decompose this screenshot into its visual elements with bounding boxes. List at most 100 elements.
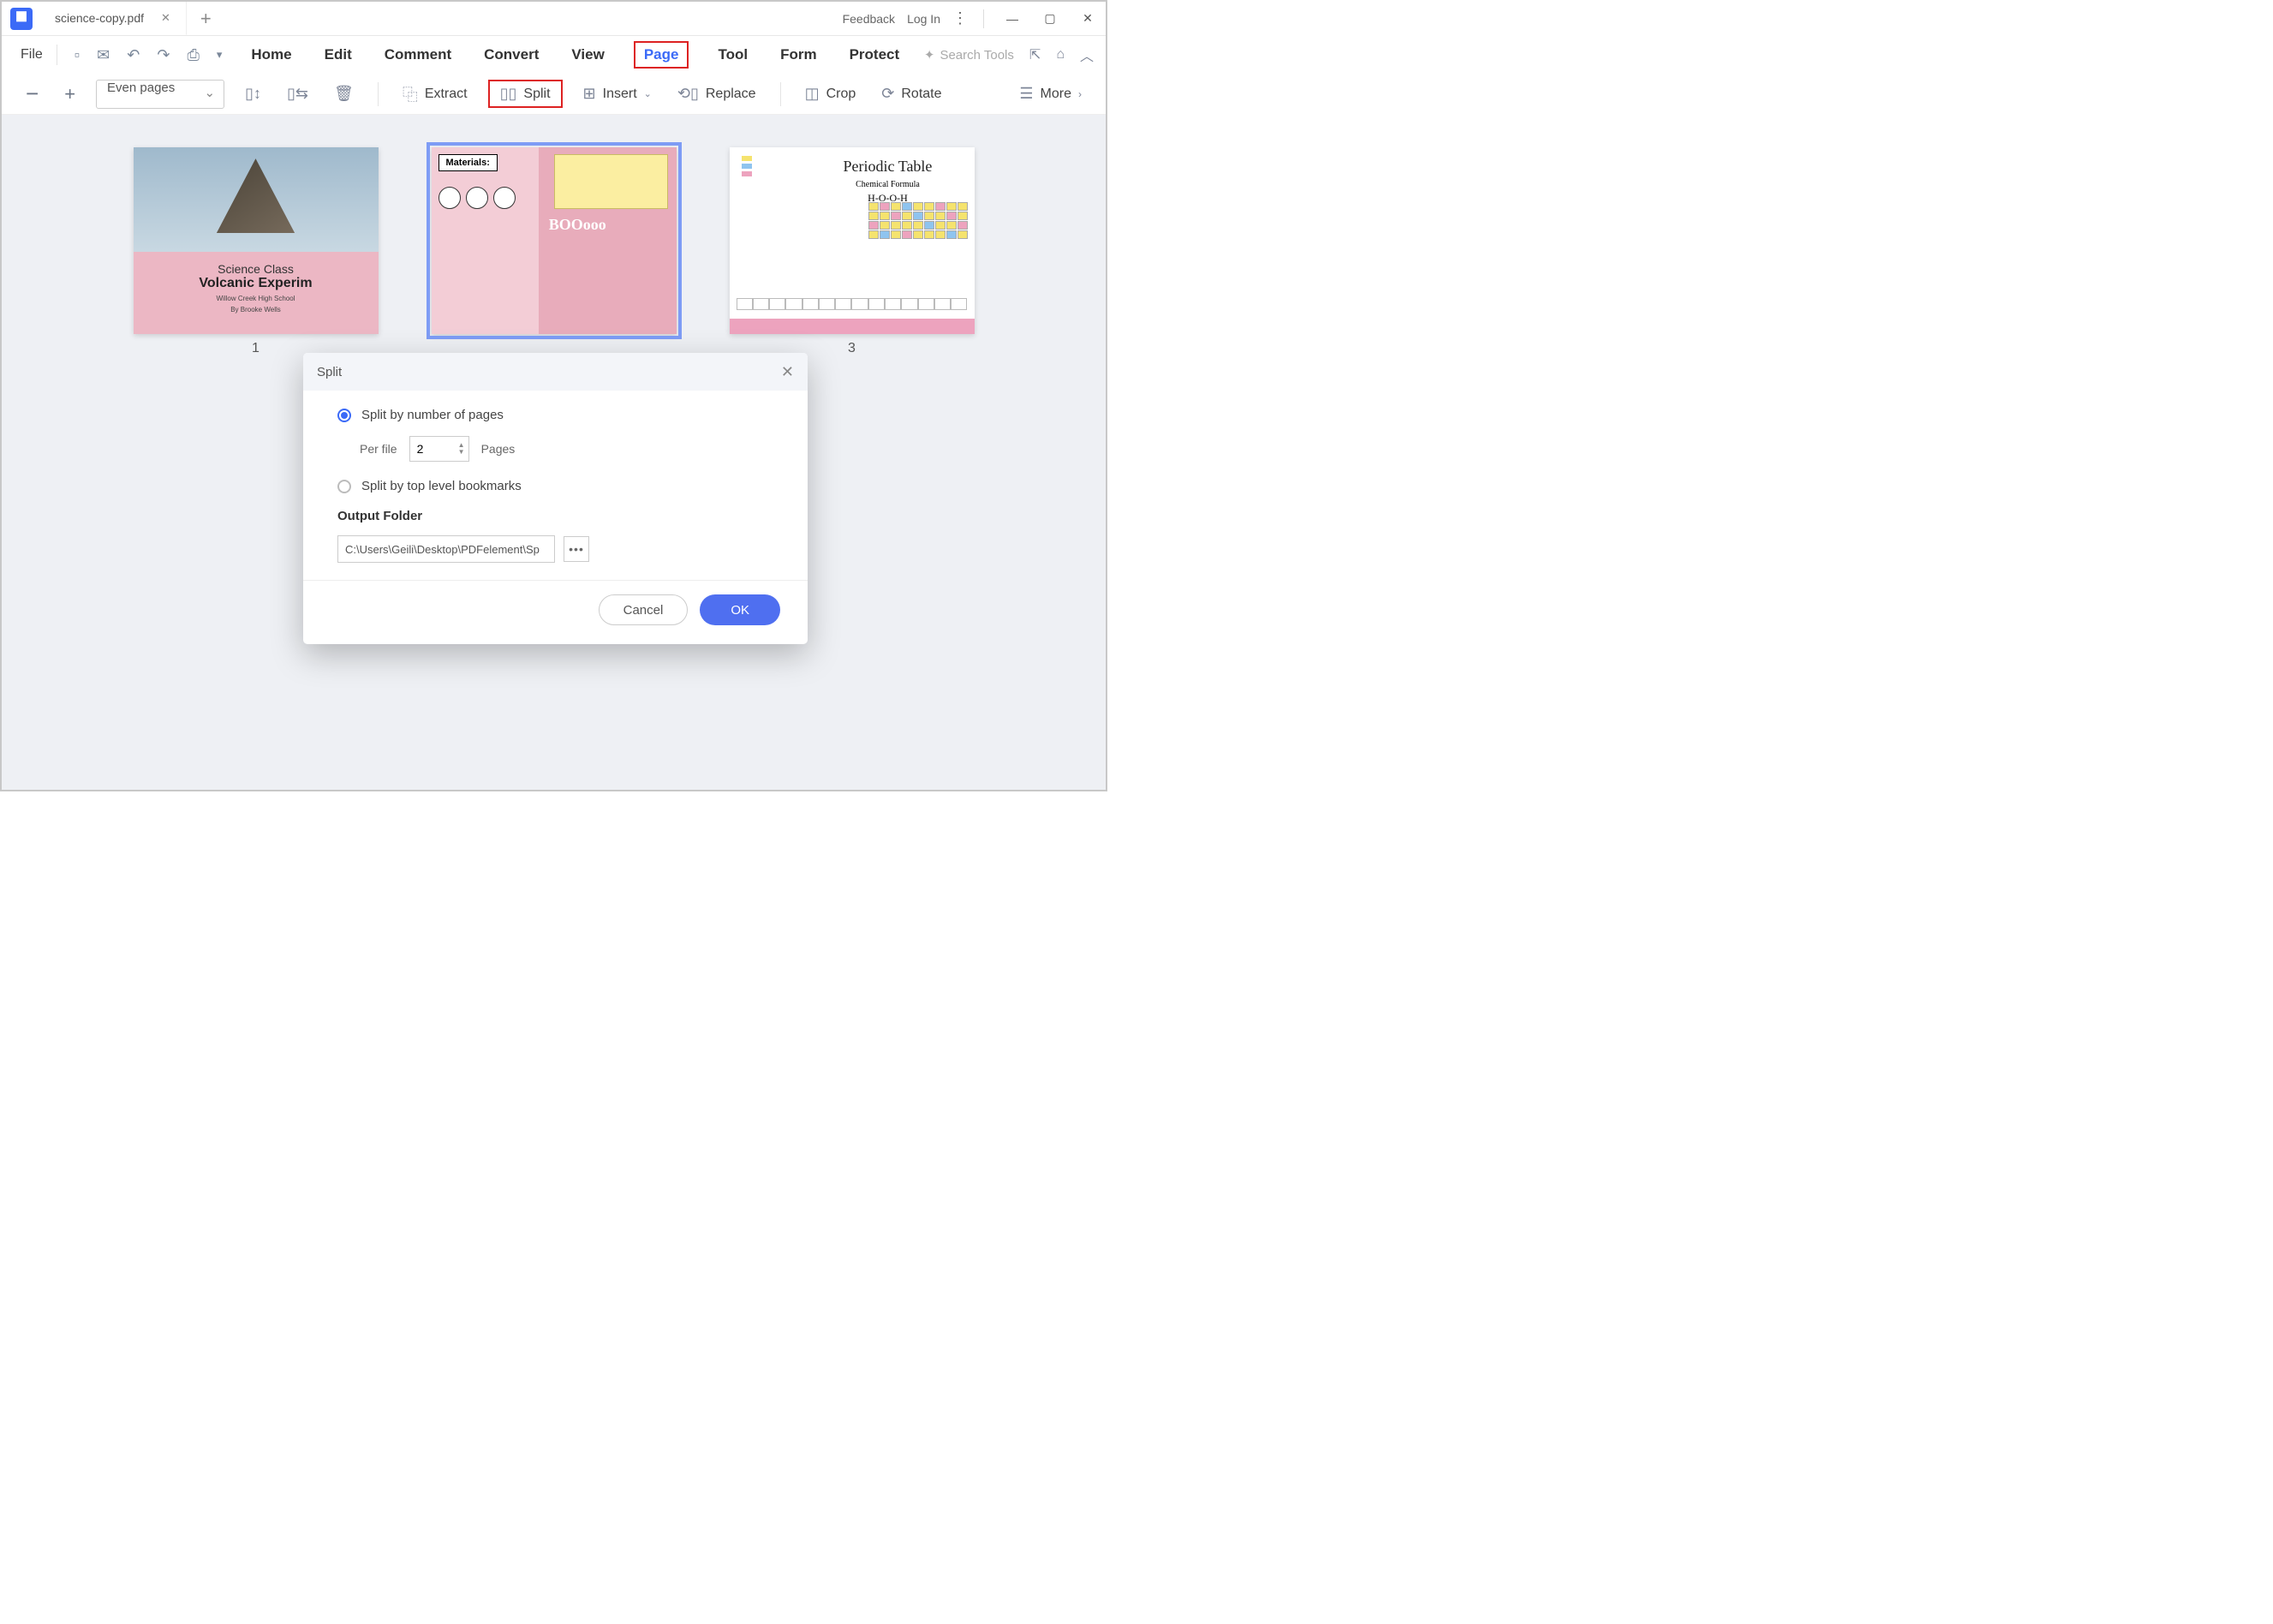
- login-link[interactable]: Log In: [907, 12, 940, 26]
- split-by-bookmarks-radio[interactable]: Split by top level bookmarks: [337, 479, 780, 493]
- window-minimize-icon[interactable]: —: [999, 6, 1025, 32]
- tab-edit[interactable]: Edit: [321, 41, 355, 69]
- search-placeholder: Search Tools: [940, 48, 1013, 63]
- extract-icon: ⿻: [403, 83, 418, 105]
- page-filter-select[interactable]: Even pages: [96, 80, 224, 109]
- document-tab[interactable]: science-copy.pdf ✕: [39, 2, 187, 35]
- output-folder-input[interactable]: [337, 535, 555, 563]
- dialog-close-icon[interactable]: ✕: [781, 363, 794, 381]
- zoom-in-button[interactable]: +: [59, 80, 81, 109]
- search-tools-input[interactable]: ✦ Search Tools: [924, 47, 1014, 63]
- periodic-title: Periodic Table: [824, 158, 952, 176]
- minus-icon: −: [26, 81, 39, 107]
- undo-icon[interactable]: ↶: [120, 46, 146, 64]
- plus-icon: +: [64, 83, 75, 105]
- mail-icon[interactable]: ✉: [90, 46, 116, 64]
- page-thumbnail-2[interactable]: Materials: BOOooo: [432, 147, 677, 334]
- zoom-out-button[interactable]: −: [21, 77, 44, 110]
- app-icon: ⯀: [10, 8, 33, 30]
- output-folder-label: Output Folder: [337, 509, 780, 523]
- page-number-1: 1: [252, 341, 260, 356]
- radio-off-icon: [337, 480, 351, 493]
- split-dialog: Split ✕ Split by number of pages Per fil…: [303, 353, 808, 644]
- split-by-pages-label: Split by number of pages: [361, 408, 504, 422]
- page-thumbnail-3[interactable]: Periodic Table Chemical Formula H-O-O-H: [730, 147, 975, 334]
- thumb1-line4: By Brooke Wells: [146, 306, 367, 313]
- pages-unit-label: Pages: [481, 442, 516, 456]
- main-tabs: Home Edit Comment Convert View Page Tool…: [248, 41, 903, 69]
- tab-form[interactable]: Form: [777, 41, 820, 69]
- page-tool-1-icon[interactable]: ▯↕: [240, 81, 266, 106]
- more-icon: ☰: [1019, 85, 1033, 103]
- periodic-grid: [868, 202, 968, 239]
- bulb-icon: ✦: [924, 47, 935, 63]
- more-button[interactable]: ☰More›: [1014, 81, 1087, 106]
- material-icon: [493, 187, 516, 209]
- tab-home[interactable]: Home: [248, 41, 295, 69]
- tab-protect[interactable]: Protect: [846, 41, 904, 69]
- page-filter-value: Even pages: [107, 81, 175, 95]
- split-by-pages-radio[interactable]: Split by number of pages: [337, 408, 780, 422]
- feedback-link[interactable]: Feedback: [843, 12, 895, 26]
- chevron-down-icon: ⌄: [644, 88, 652, 99]
- sticky-note-icon: [554, 154, 668, 209]
- legend-icon: [742, 156, 752, 176]
- tab-page[interactable]: Page: [634, 41, 689, 69]
- material-icon: [438, 187, 461, 209]
- chevron-right-icon: ›: [1078, 88, 1082, 100]
- extract-button[interactable]: ⿻Extract: [397, 80, 473, 109]
- tab-convert[interactable]: Convert: [480, 41, 542, 69]
- rotate-icon: ⟳: [881, 85, 894, 103]
- menu-bar: File ▫ ✉ ↶ ↷ ⎙ ▾ Home Edit Comment Conve…: [2, 36, 1106, 74]
- open-external-icon[interactable]: ⇱: [1029, 46, 1041, 63]
- cloud-icon[interactable]: ⌂: [1056, 47, 1065, 63]
- ok-button[interactable]: OK: [700, 594, 780, 625]
- cancel-button[interactable]: Cancel: [599, 594, 689, 625]
- periodic-sub: Chemical Formula: [824, 180, 952, 189]
- per-file-spinner[interactable]: ▲▼: [409, 436, 469, 462]
- more-menu-icon[interactable]: ⋮: [952, 9, 968, 27]
- replace-icon: ⟲▯: [677, 85, 699, 103]
- thumb1-line1: Science Class: [146, 262, 367, 276]
- window-maximize-icon[interactable]: ▢: [1037, 6, 1063, 32]
- radio-on-icon: [337, 409, 351, 422]
- per-file-label: Per file: [360, 442, 397, 456]
- spin-down-icon[interactable]: ▼: [458, 449, 465, 456]
- replace-button[interactable]: ⟲▯Replace: [672, 81, 761, 106]
- split-button[interactable]: ▯▯Split: [488, 80, 563, 108]
- rotate-button[interactable]: ⟳Rotate: [876, 81, 946, 106]
- save-icon[interactable]: ▫: [68, 46, 87, 64]
- tab-tool[interactable]: Tool: [714, 41, 751, 69]
- tab-close-icon[interactable]: ✕: [161, 11, 170, 25]
- crop-icon: ◫: [805, 85, 820, 103]
- thumb1-line3: Willow Creek High School: [146, 295, 367, 302]
- crop-button[interactable]: ◫Crop: [800, 81, 862, 106]
- tab-comment[interactable]: Comment: [381, 41, 455, 69]
- page-thumbnail-1[interactable]: Science Class Volcanic Experim Willow Cr…: [134, 147, 379, 334]
- file-menu[interactable]: File: [14, 44, 50, 66]
- page-toolbar: − + Even pages ▯↕ ▯⇆ 🗑 ⿻Extract ▯▯Split …: [2, 74, 1106, 115]
- material-icon: [466, 187, 488, 209]
- boom-text: BOOooo: [549, 216, 606, 234]
- thumb1-line2: Volcanic Experim: [146, 276, 367, 291]
- browse-folder-button[interactable]: •••: [564, 536, 589, 562]
- delete-page-icon[interactable]: 🗑: [329, 81, 359, 106]
- window-close-icon[interactable]: ✕: [1075, 6, 1101, 32]
- quick-access-dropdown-icon[interactable]: ▾: [210, 48, 230, 62]
- insert-button[interactable]: ⊞Insert⌄: [578, 81, 657, 106]
- split-icon: ▯▯: [500, 85, 517, 103]
- tab-view[interactable]: View: [568, 41, 607, 69]
- new-tab-button[interactable]: +: [187, 8, 225, 30]
- materials-label: Materials:: [438, 154, 498, 171]
- page-tool-2-icon[interactable]: ▯⇆: [282, 81, 313, 106]
- split-by-bookmarks-label: Split by top level bookmarks: [361, 479, 522, 493]
- page-canvas: Science Class Volcanic Experim Willow Cr…: [2, 115, 1106, 790]
- title-bar: ⯀ science-copy.pdf ✕ + Feedback Log In ⋮…: [2, 2, 1106, 36]
- tab-title: science-copy.pdf: [55, 11, 144, 25]
- insert-icon: ⊞: [583, 85, 596, 103]
- dialog-title: Split: [317, 365, 342, 379]
- redo-icon[interactable]: ↷: [150, 46, 176, 64]
- per-file-input[interactable]: [410, 442, 450, 456]
- print-icon[interactable]: ⎙: [180, 46, 206, 64]
- collapse-ribbon-icon[interactable]: ︿: [1080, 45, 1094, 65]
